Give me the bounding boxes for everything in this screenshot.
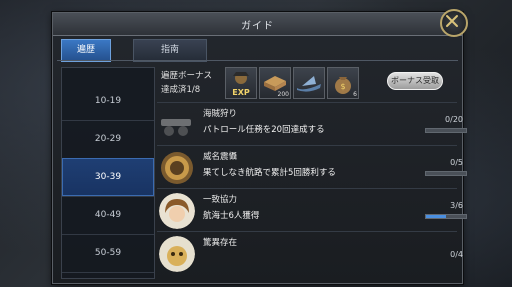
- quest-title: 海賊狩り: [203, 109, 238, 119]
- quest-desc: 航海士6人獲得: [203, 211, 260, 221]
- tab-divider: [57, 60, 458, 61]
- quest-count: 3/6: [450, 201, 463, 210]
- quest-title: 驚異存在: [203, 238, 238, 248]
- quest-count: 0/5: [450, 158, 463, 167]
- creature-portrait-icon: [159, 236, 195, 272]
- reward-money[interactable]: $ 6: [327, 67, 359, 99]
- bonus-label: 遍歴ボーナス: [161, 71, 213, 81]
- sidebar-item-40-49[interactable]: 40-49: [62, 196, 154, 235]
- reward-lumber[interactable]: 200: [259, 67, 291, 99]
- quest-row: 海賊狩り パトロール任務を20回達成する 0/20: [157, 102, 467, 146]
- tab-henreki[interactable]: 遍歴: [61, 39, 111, 62]
- exp-captain-icon: EXP: [232, 72, 250, 97]
- quest-row: 驚異存在 0/4: [157, 231, 463, 275]
- cannon-icon: [159, 107, 195, 143]
- henreki-bonus: 遍歴ボーナス 達成済1/8 EXP 200 $ 6 ボーナス受取: [161, 67, 459, 107]
- close-icon: [446, 15, 458, 27]
- navigator-portrait-icon: [159, 193, 195, 229]
- reward-exp[interactable]: EXP: [225, 67, 257, 99]
- quest-row: 一致協力 航海士6人獲得 3/6: [157, 188, 467, 232]
- quest-title: 威名震懾: [203, 152, 238, 162]
- quest-count: 0/20: [445, 115, 463, 124]
- reward-lumber-count: 200: [277, 91, 289, 98]
- reward-money-count: 6: [353, 91, 357, 98]
- medal-icon: [159, 150, 195, 186]
- quest-desc: 果てしなき航路で累計5回勝利する: [203, 168, 336, 178]
- svg-text:$: $: [340, 82, 345, 91]
- reward-ship[interactable]: [293, 67, 325, 99]
- tab-shinan[interactable]: 指南: [133, 39, 207, 62]
- window-title: ガイド: [241, 21, 274, 32]
- bonus-progress: 達成済1/8: [161, 85, 201, 95]
- sidebar-item-50-59[interactable]: 50-59: [62, 234, 154, 273]
- title-bar: ガイド: [53, 13, 462, 36]
- quest-progress-fill: [426, 215, 446, 218]
- sidebar-item-30-39[interactable]: 30-39: [62, 158, 154, 197]
- quest-progress-bar: [425, 171, 467, 176]
- quest-desc: パトロール任務を20回達成する: [203, 125, 325, 135]
- list-fade: [157, 271, 462, 283]
- sidebar-item-10-19[interactable]: 10-19: [62, 82, 154, 121]
- close-button[interactable]: [440, 9, 468, 37]
- quest-progress-bar: [425, 128, 467, 133]
- sidebar-item-20-29[interactable]: 20-29: [62, 120, 154, 159]
- guide-window: ガイド 遍歴 指南 10-19 20-29 30-39 40-49 50-59 …: [52, 9, 468, 284]
- quest-progress-bar: [425, 214, 467, 219]
- level-sidebar: 10-19 20-29 30-39 40-49 50-59: [61, 67, 155, 279]
- svg-text:EXP: EXP: [232, 88, 250, 97]
- ship-icon: [297, 76, 321, 92]
- quest-count: 0/4: [450, 250, 463, 259]
- quest-title: 一致協力: [203, 195, 238, 205]
- claim-bonus-button[interactable]: ボーナス受取: [387, 72, 443, 90]
- quest-row: 威名震懾 果てしなき航路で累計5回勝利する 0/5: [157, 145, 467, 189]
